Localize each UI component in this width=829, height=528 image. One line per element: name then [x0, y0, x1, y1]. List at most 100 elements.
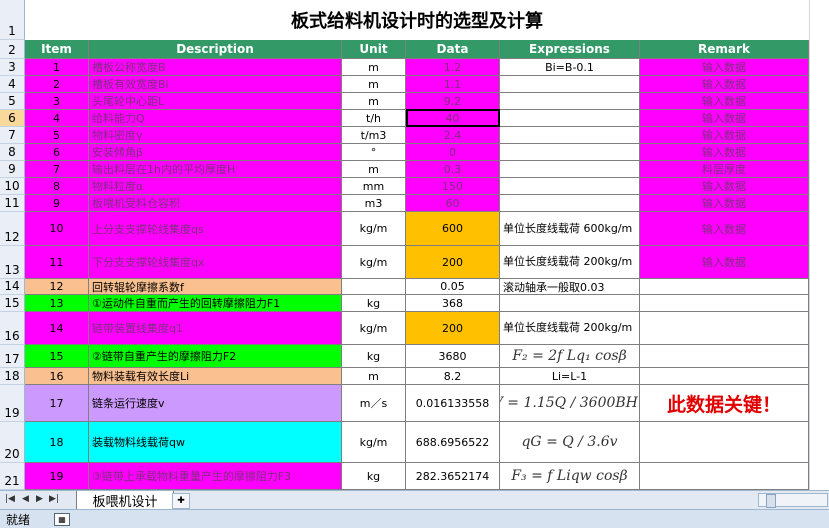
row-header[interactable]: 15 — [0, 295, 25, 312]
expression-cell[interactable] — [500, 127, 640, 144]
row-header[interactable]: 7 — [0, 127, 25, 144]
unit-cell[interactable]: kg — [342, 345, 406, 368]
item-cell[interactable]: 16 — [25, 368, 89, 385]
description-cell[interactable]: 物料密度γ — [89, 127, 342, 144]
key-data-note[interactable]: 此数据关键！ — [640, 385, 809, 422]
remark-cell[interactable]: 料层厚度 — [640, 161, 809, 178]
column-header-expressions[interactable]: Expressions — [500, 40, 640, 59]
item-cell[interactable]: 12 — [25, 279, 89, 295]
sheet-tab-active[interactable]: 板喂机设计 — [76, 491, 174, 510]
remark-cell[interactable] — [640, 422, 809, 463]
expression-cell[interactable]: Li=L-1 — [500, 368, 640, 385]
row-header[interactable]: 14 — [0, 279, 25, 295]
item-cell[interactable]: 1 — [25, 59, 89, 76]
data-cell[interactable]: 0.05 — [406, 279, 500, 295]
description-cell[interactable]: ①运动件自重而产生的回转摩擦阻力F1 — [89, 295, 342, 312]
remark-cell[interactable]: 输入数据 — [640, 59, 809, 76]
description-cell[interactable]: ③链带上承载物料重量产生的摩擦阻力F3 — [89, 463, 342, 490]
column-header-description[interactable]: Description — [89, 40, 342, 59]
unit-cell[interactable]: kg — [342, 295, 406, 312]
remark-cell[interactable]: 输入数据 — [640, 93, 809, 110]
insert-sheet-icon[interactable]: ✚ — [172, 493, 190, 509]
item-cell[interactable]: 10 — [25, 212, 89, 246]
horizontal-scroll-thumb[interactable] — [766, 494, 776, 508]
data-cell[interactable]: 282.3652174 — [406, 463, 500, 490]
row-header[interactable]: 16 — [0, 312, 25, 345]
unit-cell[interactable]: m — [342, 59, 406, 76]
item-cell[interactable]: 4 — [25, 110, 89, 127]
item-cell[interactable]: 7 — [25, 161, 89, 178]
item-cell[interactable]: 8 — [25, 178, 89, 195]
row-header[interactable]: 6 — [0, 110, 25, 127]
item-cell[interactable]: 13 — [25, 295, 89, 312]
item-cell[interactable]: 15 — [25, 345, 89, 368]
data-cell[interactable]: 40 — [406, 110, 500, 127]
data-cell[interactable]: 2.4 — [406, 127, 500, 144]
item-cell[interactable]: 5 — [25, 127, 89, 144]
item-cell[interactable]: 11 — [25, 246, 89, 279]
row-header[interactable]: 20 — [0, 422, 25, 463]
row-header[interactable]: 10 — [0, 178, 25, 195]
expression-cell[interactable] — [500, 161, 640, 178]
description-cell[interactable]: 下分支支撑轮线集度qx — [89, 246, 342, 279]
row-header[interactable]: 3 — [0, 59, 25, 76]
row-header[interactable]: 19 — [0, 385, 25, 422]
expression-cell[interactable]: 单位长度线载荷 200kg/m — [500, 246, 640, 279]
data-cell[interactable]: 150 — [406, 178, 500, 195]
unit-cell[interactable]: m — [342, 368, 406, 385]
description-cell[interactable]: 上分支支撑轮线集度qs — [89, 212, 342, 246]
description-cell[interactable]: 链条运行速度v — [89, 385, 342, 422]
expression-cell[interactable] — [500, 295, 640, 312]
item-cell[interactable]: 17 — [25, 385, 89, 422]
remark-cell[interactable]: 输入数据 — [640, 195, 809, 212]
first-sheet-icon[interactable]: |◀ — [5, 494, 15, 504]
column-header-item[interactable]: Item — [25, 40, 89, 59]
column-header-unit[interactable]: Unit — [342, 40, 406, 59]
unit-cell[interactable]: m — [342, 76, 406, 93]
item-cell[interactable]: 14 — [25, 312, 89, 345]
expression-cell[interactable]: 单位长度线载荷 200kg/m — [500, 312, 640, 345]
data-cell[interactable]: 200 — [406, 246, 500, 279]
remark-cell[interactable]: 输入数据 — [640, 110, 809, 127]
description-cell[interactable]: 槽板有效宽度Bi — [89, 76, 342, 93]
description-cell[interactable]: 回转辊轮摩擦系数f — [89, 279, 342, 295]
macro-record-icon[interactable]: ▦ — [54, 512, 71, 526]
description-cell[interactable]: 输出料层在1h内的平均厚度H — [89, 161, 342, 178]
remark-cell[interactable] — [640, 279, 809, 295]
unit-cell[interactable] — [342, 279, 406, 295]
unit-cell[interactable]: ° — [342, 144, 406, 161]
row-header[interactable]: 18 — [0, 368, 25, 385]
unit-cell[interactable]: kg — [342, 463, 406, 490]
unit-cell[interactable]: kg/m — [342, 312, 406, 345]
description-cell[interactable]: 物料装载有效长度Li — [89, 368, 342, 385]
unit-cell[interactable]: m — [342, 93, 406, 110]
expression-cell[interactable] — [500, 76, 640, 93]
remark-cell[interactable]: 输入数据 — [640, 178, 809, 195]
item-cell[interactable]: 3 — [25, 93, 89, 110]
data-cell[interactable]: 60 — [406, 195, 500, 212]
row-header[interactable]: 4 — [0, 76, 25, 93]
description-cell[interactable]: 装载物料线载荷qw — [89, 422, 342, 463]
row-header[interactable]: 5 — [0, 93, 25, 110]
last-sheet-icon[interactable]: ▶| — [49, 494, 59, 504]
row-header[interactable]: 2 — [0, 40, 25, 59]
data-cell[interactable]: 9.2 — [406, 93, 500, 110]
expression-cell[interactable]: V = 1.15Q / 3600BHγ — [500, 385, 640, 422]
data-cell[interactable]: 0.016133558 — [406, 385, 500, 422]
row-header[interactable]: 21 — [0, 463, 25, 490]
item-cell[interactable]: 6 — [25, 144, 89, 161]
column-header-remark[interactable]: Remark — [640, 40, 809, 59]
unit-cell[interactable]: t/h — [342, 110, 406, 127]
expression-cell[interactable] — [500, 195, 640, 212]
remark-cell[interactable] — [640, 295, 809, 312]
row-header[interactable]: 13 — [0, 246, 25, 279]
unit-cell[interactable]: kg/m — [342, 246, 406, 279]
unit-cell[interactable]: m3 — [342, 195, 406, 212]
remark-cell[interactable]: 输入数据 — [640, 76, 809, 93]
remark-cell[interactable] — [640, 345, 809, 368]
remark-cell[interactable] — [640, 368, 809, 385]
remark-cell[interactable]: 输入数据 — [640, 246, 809, 279]
column-header-data[interactable]: Data — [406, 40, 500, 59]
description-cell[interactable]: 头尾轮中心距L — [89, 93, 342, 110]
description-cell[interactable]: 槽板公称宽度B — [89, 59, 342, 76]
